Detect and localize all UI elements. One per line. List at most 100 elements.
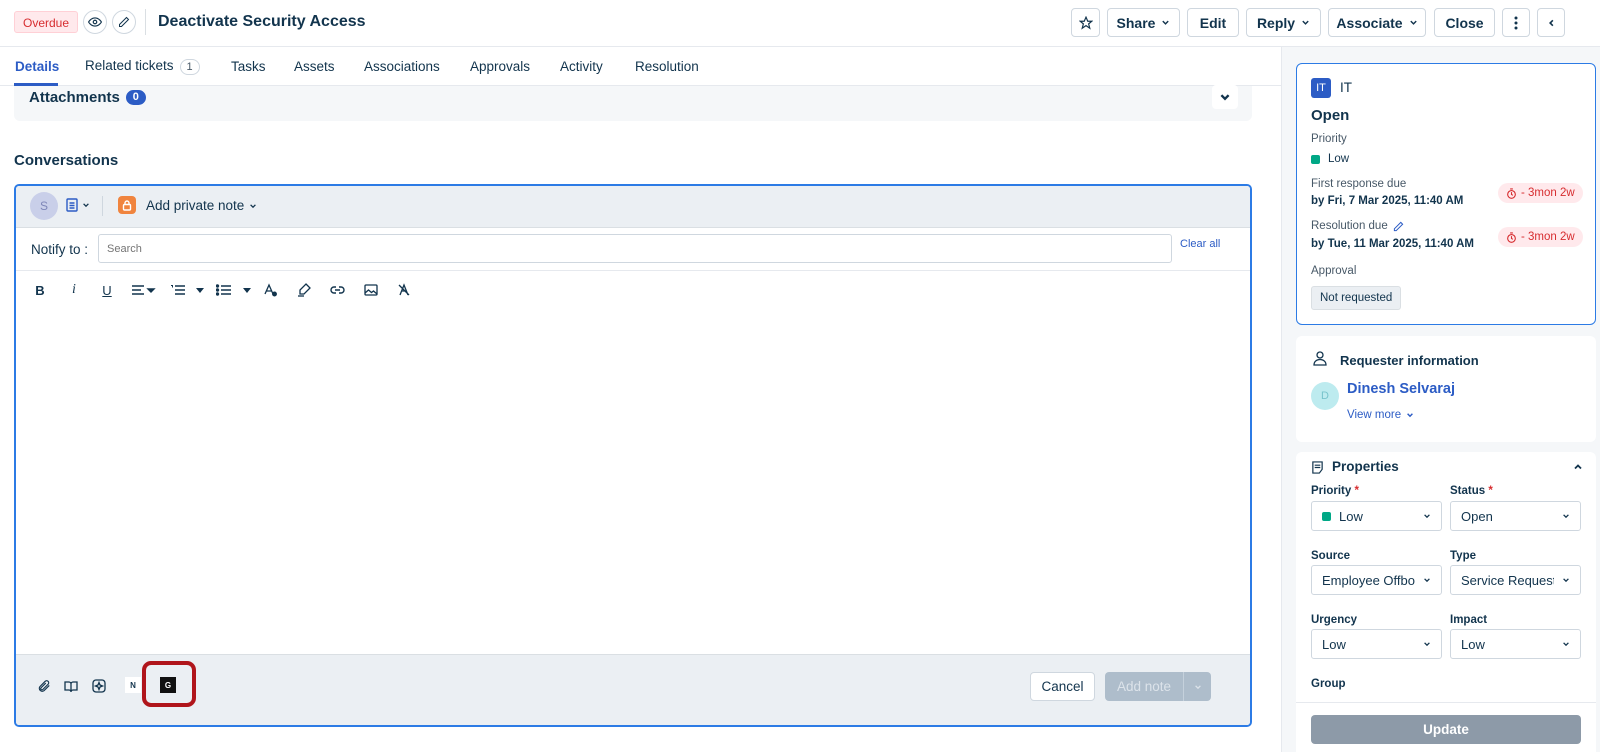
view-more-link[interactable]: View more xyxy=(1347,409,1414,421)
type-field-label: Type xyxy=(1450,550,1476,562)
notion-app-icon[interactable]: N xyxy=(125,677,141,693)
numbered-list-icon[interactable] xyxy=(168,281,188,299)
update-button[interactable]: Update xyxy=(1311,715,1581,744)
requester-name-link[interactable]: Dinesh Selvaraj xyxy=(1347,381,1455,397)
tab-associations[interactable]: Associations xyxy=(364,59,440,74)
edit-title-button[interactable] xyxy=(112,10,136,34)
reply-button[interactable]: Reply xyxy=(1246,8,1321,37)
bold-icon[interactable]: B xyxy=(30,281,50,299)
urgency-select[interactable]: Low xyxy=(1311,629,1442,659)
solutions-book-icon[interactable] xyxy=(62,677,80,695)
impact-field-label: Impact xyxy=(1450,614,1488,626)
resolution-sla-badge: - 3mon 2w xyxy=(1498,227,1583,247)
source-select[interactable]: Employee Offbo xyxy=(1311,565,1442,595)
collapse-panel-button[interactable] xyxy=(1537,8,1565,37)
edit-label: Edit xyxy=(1199,14,1227,31)
more-options-button[interactable] xyxy=(1502,8,1530,37)
status-select[interactable]: Open xyxy=(1450,501,1581,531)
tab-approvals[interactable]: Approvals xyxy=(470,59,530,74)
approval-label: Approval xyxy=(1311,265,1357,277)
tab-label: Associations xyxy=(364,59,440,74)
tab-label: Assets xyxy=(294,59,335,74)
underline-icon[interactable]: U xyxy=(97,281,117,299)
priority-select-value: Low xyxy=(1339,508,1363,524)
requester-title: Requester information xyxy=(1340,353,1479,368)
chevron-down-icon xyxy=(1194,684,1201,689)
share-button[interactable]: Share xyxy=(1107,8,1180,37)
align-icon[interactable] xyxy=(130,281,158,299)
star-icon xyxy=(1078,15,1093,30)
view-more-label: View more xyxy=(1347,409,1402,421)
edit-button[interactable]: Edit xyxy=(1187,8,1239,37)
add-note-dropdown[interactable] xyxy=(1184,683,1211,691)
note-type-dropdown[interactable]: Add private note xyxy=(146,198,257,213)
sla-text: - 3mon 2w xyxy=(1521,187,1575,199)
related-count-badge: 1 xyxy=(179,59,200,75)
chevron-down-icon xyxy=(1302,20,1309,25)
clear-all-link[interactable]: Clear all xyxy=(1180,238,1220,250)
priority-indicator xyxy=(1311,154,1320,164)
tab-resolution[interactable]: Resolution xyxy=(635,59,699,74)
reply-label: Reply xyxy=(1256,14,1296,31)
eye-icon xyxy=(88,17,102,27)
note-type-label: Add private note xyxy=(146,198,245,213)
timer-icon xyxy=(1507,187,1516,199)
priority-select[interactable]: Low xyxy=(1311,501,1442,531)
link-icon[interactable] xyxy=(327,281,347,299)
notify-search-input[interactable] xyxy=(98,234,1172,263)
chevron-down-icon xyxy=(1424,578,1430,583)
impact-select[interactable]: Low xyxy=(1450,629,1581,659)
tab-related-tickets[interactable]: Related tickets 1 xyxy=(85,58,200,75)
impact-select-value: Low xyxy=(1461,636,1485,652)
bullet-list-icon[interactable] xyxy=(214,281,234,299)
tab-activity[interactable]: Activity xyxy=(560,59,603,74)
highlight-icon[interactable] xyxy=(294,281,314,299)
attachment-icon[interactable] xyxy=(35,677,53,695)
tab-assets[interactable]: Assets xyxy=(294,59,335,74)
tab-details[interactable]: Details xyxy=(15,59,59,74)
type-select[interactable]: Service Request xyxy=(1450,565,1581,595)
chevron-down-icon xyxy=(1220,94,1230,101)
chevron-down-icon xyxy=(1563,514,1569,519)
pencil-icon[interactable] xyxy=(1393,221,1404,232)
clear-formatting-icon[interactable] xyxy=(394,281,414,299)
ticket-header: Overdue Deactivate Security Access Share… xyxy=(0,0,1600,47)
type-select-value: Service Request xyxy=(1461,572,1554,588)
pencil-icon xyxy=(119,16,130,27)
collapse-properties-button[interactable] xyxy=(1573,462,1583,472)
cancel-button[interactable]: Cancel xyxy=(1030,672,1095,701)
canned-response-button[interactable] xyxy=(66,198,90,212)
source-select-value: Employee Offbo xyxy=(1322,572,1415,588)
attachments-section[interactable] xyxy=(14,86,1252,121)
priority-label: Priority xyxy=(1311,133,1347,145)
urgency-field-label: Urgency xyxy=(1311,614,1358,626)
formatting-toolbar: B i U xyxy=(16,271,1250,307)
chevron-down-icon xyxy=(1424,642,1430,647)
close-ticket-button[interactable]: Close xyxy=(1434,8,1495,37)
add-note-label: Add note xyxy=(1116,679,1172,694)
ai-assist-icon[interactable] xyxy=(90,677,108,695)
status-field-label: Status * xyxy=(1450,485,1493,497)
associate-button[interactable]: Associate xyxy=(1328,8,1426,37)
attachments-toggle[interactable] xyxy=(1212,85,1238,109)
properties-title: Properties xyxy=(1332,459,1399,474)
priority-text: Low xyxy=(1328,153,1350,165)
resolution-value: by Tue, 11 Mar 2025, 11:40 AM xyxy=(1311,238,1474,250)
watch-button[interactable] xyxy=(83,10,107,34)
add-note-button[interactable]: Add note xyxy=(1105,672,1211,701)
tab-label: Related tickets xyxy=(85,58,174,73)
priority-indicator xyxy=(1322,511,1331,521)
group-name: IT xyxy=(1340,80,1352,95)
bullet-list-dropdown[interactable] xyxy=(241,281,253,299)
italic-icon[interactable]: i xyxy=(64,281,84,299)
image-icon[interactable] xyxy=(361,281,381,299)
chevron-up-icon xyxy=(1574,464,1582,470)
text-color-icon[interactable] xyxy=(260,281,280,299)
chevron-left-icon xyxy=(1548,19,1553,26)
favorite-button[interactable] xyxy=(1071,8,1100,37)
attachments-count-badge: 0 xyxy=(125,90,146,105)
numbered-list-dropdown[interactable] xyxy=(194,281,206,299)
conversations-title: Conversations xyxy=(14,152,119,169)
properties-icon xyxy=(1311,461,1324,474)
tab-tasks[interactable]: Tasks xyxy=(231,59,266,74)
